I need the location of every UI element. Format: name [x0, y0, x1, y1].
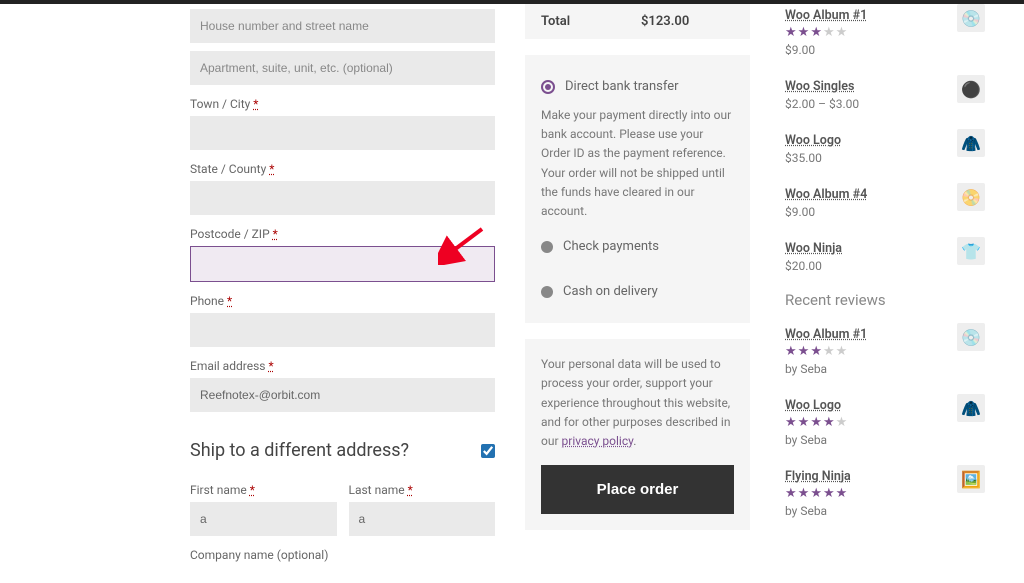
state-label: State / County *: [190, 162, 495, 176]
vinyl-icon: ⚫: [957, 75, 985, 103]
reviews-heading: Recent reviews: [785, 291, 985, 309]
last-name-label: Last name *: [349, 483, 496, 497]
review-product-link[interactable]: Woo Album #1: [785, 327, 867, 342]
review-item: Woo Album #1 ★★★★★ by Seba 💿: [785, 323, 985, 376]
review-product-link[interactable]: Woo Logo: [785, 398, 841, 413]
product-price: $2.00 – $3.00: [785, 97, 957, 111]
state-input[interactable]: [190, 181, 495, 215]
disc2-icon: 📀: [957, 183, 985, 211]
product-link[interactable]: Woo Album #4: [785, 187, 867, 202]
review-item: Flying Ninja ★★★★★ by Seba 🖼️: [785, 465, 985, 518]
attention-arrow-icon: [438, 225, 488, 265]
tee-icon: 👕: [957, 237, 985, 265]
poster-icon: 🖼️: [957, 465, 985, 493]
product-link[interactable]: Woo Album #1: [785, 8, 867, 23]
privacy-policy-link[interactable]: privacy policy: [562, 434, 634, 448]
disc-icon: 💿: [957, 323, 985, 351]
review-author: by Seba: [785, 504, 957, 518]
radio-unselected-icon: [541, 286, 553, 298]
main-container: Town / City * State / County * Postcode …: [0, 4, 1024, 567]
place-order-button[interactable]: Place order: [541, 465, 734, 514]
disc-icon: 💿: [957, 4, 985, 32]
star-rating: ★★★★★: [785, 344, 957, 359]
payment-check-option[interactable]: Check payments: [541, 239, 734, 254]
product-item: Woo Album #4 $9.00 📀: [785, 183, 985, 219]
review-product-link[interactable]: Flying Ninja: [785, 469, 851, 484]
cod-label: Cash on delivery: [563, 284, 658, 299]
hoodie-icon: 🧥: [957, 129, 985, 157]
radio-selected-icon: [541, 80, 555, 94]
product-item: Woo Ninja $20.00 👕: [785, 237, 985, 273]
check-label: Check payments: [563, 239, 659, 254]
ship-different-checkbox[interactable]: [481, 444, 495, 458]
product-price: $20.00: [785, 259, 957, 273]
review-item: Woo Logo ★★★★★ by Seba 🧥: [785, 394, 985, 447]
product-price: $35.00: [785, 151, 957, 165]
first-name-input[interactable]: [190, 502, 337, 536]
sidebar-column: Woo Album #1 ★★★★★ $9.00 💿 Woo Singles $…: [785, 4, 985, 567]
hoodie-icon: 🧥: [957, 394, 985, 422]
town-label: Town / City *: [190, 97, 495, 111]
last-name-input[interactable]: [349, 502, 496, 536]
product-item: Woo Logo $35.00 🧥: [785, 129, 985, 165]
billing-column: Town / City * State / County * Postcode …: [190, 4, 495, 567]
payment-bank-option[interactable]: Direct bank transfer: [541, 79, 734, 94]
town-input[interactable]: [190, 116, 495, 150]
apartment-input[interactable]: [190, 51, 495, 85]
total-label: Total: [541, 14, 641, 29]
phone-label: Phone *: [190, 294, 495, 308]
email-label: Email address *: [190, 359, 495, 373]
bank-label: Direct bank transfer: [565, 79, 679, 94]
star-rating: ★★★★★: [785, 25, 957, 40]
product-link[interactable]: Woo Singles: [785, 79, 854, 94]
star-rating: ★★★★★: [785, 486, 957, 501]
street-input[interactable]: [190, 9, 495, 43]
review-author: by Seba: [785, 362, 957, 376]
product-link[interactable]: Woo Ninja: [785, 241, 842, 256]
product-item: Woo Album #1 ★★★★★ $9.00 💿: [785, 4, 985, 57]
email-input[interactable]: [190, 378, 495, 412]
order-column: Total $123.00 Direct bank transfer Make …: [525, 4, 750, 567]
payment-box: Direct bank transfer Make your payment d…: [525, 55, 750, 323]
payment-cod-option[interactable]: Cash on delivery: [541, 284, 734, 299]
phone-input[interactable]: [190, 313, 495, 347]
star-rating: ★★★★★: [785, 415, 957, 430]
first-name-label: First name *: [190, 483, 337, 497]
ship-different-heading: Ship to a different address?: [190, 440, 495, 461]
bank-description: Make your payment directly into our bank…: [541, 106, 734, 221]
company-label: Company name (optional): [190, 548, 495, 562]
product-item: Woo Singles $2.00 – $3.00 ⚫: [785, 75, 985, 111]
total-value: $123.00: [641, 14, 689, 29]
review-author: by Seba: [785, 433, 957, 447]
product-price: $9.00: [785, 43, 957, 57]
product-link[interactable]: Woo Logo: [785, 133, 841, 148]
radio-unselected-icon: [541, 241, 553, 253]
privacy-box: Your personal data will be used to proce…: [525, 339, 750, 530]
product-price: $9.00: [785, 205, 957, 219]
order-total-box: Total $123.00: [525, 4, 750, 39]
